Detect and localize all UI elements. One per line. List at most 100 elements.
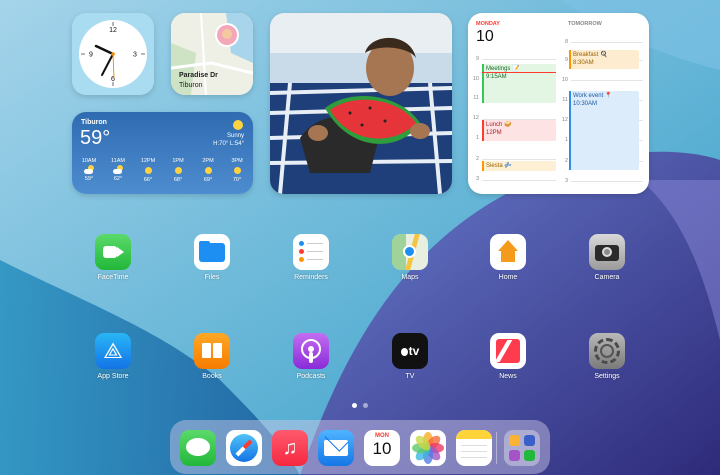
cal-tomorrow-label: TOMORROW [568,21,602,27]
dock-calendar[interactable]: MON 10 [364,430,400,466]
page-dot-active[interactable] [352,403,357,408]
cal-event-title: Lunch 🥪 [486,122,512,128]
weather-hour-time: 11AM [111,158,125,164]
weather-widget[interactable]: Tiburon 59° Sunny H:70° L:54° 10AM 59° 1… [72,112,253,194]
app-label: Home [498,274,518,281]
weather-hour-temp: 69° [203,177,213,183]
weather-hour-time: 1PM [172,158,184,164]
page-dot[interactable] [363,403,368,408]
app-label: FaceTime [97,274,129,281]
weather-hour-time: 2PM [202,158,214,164]
weather-hilo: H:70° L:54° [213,141,244,147]
app-label: News [499,373,517,380]
cal-hour: 9 [475,56,479,62]
clock-widget[interactable]: 12 3 6 9 [72,13,154,95]
cal-event-time: 10:30AM [573,101,598,107]
app-settings[interactable]: Settings [577,333,637,380]
music-icon: ♫ [282,437,298,459]
apple-icon [400,348,408,356]
app-label: Settings [594,373,620,380]
partly-cloudy-icon [113,165,123,174]
app-books[interactable]: Books [182,333,242,380]
weather-hour: 10AM 59° [79,158,99,182]
photos-widget[interactable] [270,13,452,194]
app-reminders[interactable]: Reminders [281,234,341,281]
facetime-icon [95,234,131,270]
dock-notes[interactable] [456,430,492,466]
cal-today-date: 10 [476,28,494,45]
find-my-widget[interactable]: Paradise Dr Tiburon [171,13,253,95]
settings-icon [589,333,625,369]
cal-hour: 3 [564,178,568,184]
app-label: Camera [594,274,620,281]
cal-event-title: Work event 📍 [573,93,613,99]
cal-event-time: 9:15AM [486,74,507,80]
dock-mail[interactable] [318,430,354,466]
podcasts-icon [293,333,329,369]
cal-gridline [571,42,643,43]
weather-hour: 2PM 69° [198,158,218,183]
photo-image [270,13,452,194]
weather-hour-time: 10AM [81,158,97,164]
dock-music[interactable]: ♫ [272,430,308,466]
cal-event-meetings[interactable]: Meetings 📝 9:15AM [482,64,556,103]
camera-icon [589,234,625,270]
cal-event-title: Breakfast 🍳 [573,52,608,58]
dock-divider [496,432,497,464]
app-home[interactable]: Home [478,234,538,281]
cal-event-lunch[interactable]: Lunch 🥪 12PM [482,120,556,141]
cal-event-work[interactable]: Work event 📍 10:30AM [569,91,639,170]
cal-event-title: Siesta 💤 [486,163,512,169]
app-store-icon: ⟁ [95,333,131,369]
sun-icon [174,167,182,174]
app-camera[interactable]: Camera [577,234,637,281]
app-tv[interactable]: tv TV [380,333,440,380]
app-label: Podcasts [296,373,326,380]
cal-gridline [482,180,556,181]
cal-gridline [571,181,643,182]
cal-event-siesta[interactable]: Siesta 💤 [482,161,556,171]
cal-gridline [571,80,643,81]
weather-hour: 11AM 62° [108,158,128,182]
tv-icon-text: tv [408,344,420,358]
app-facetime[interactable]: FaceTime [83,234,143,281]
cal-hour: 10 [472,76,479,82]
dock: ♫ MON 10 [170,420,550,474]
weather-hour-time: 12PM [140,158,156,164]
cal-event-time: 8:30AM [573,60,594,66]
cal-hour: 8 [564,39,568,45]
calendar-widget[interactable]: MONDAY 10 TOMORROW 9 10 11 12 1 2 3 8 9 … [468,13,649,194]
home-screen: 12 3 6 9 Paradise Dr Tiburon MONDAY 10 T… [0,0,720,475]
weather-hour-temp: 66° [143,177,153,183]
clock-6: 6 [111,76,115,83]
cal-hour: 2 [564,158,568,164]
app-label: TV [405,373,415,380]
dock-safari[interactable] [226,430,262,466]
cal-gridline [482,59,556,60]
app-maps[interactable]: Maps [380,234,440,281]
dock-photos[interactable] [410,430,446,466]
app-podcasts[interactable]: Podcasts [281,333,341,380]
weather-hour-temp: 70° [232,177,242,183]
dock-app-library[interactable] [504,430,540,466]
cal-hour: 12 [472,115,479,121]
cal-hour: 11 [473,95,479,101]
app-app-store[interactable]: ⟁ App Store [83,333,143,380]
cal-event-breakfast[interactable]: Breakfast 🍳 8:30AM [569,50,639,69]
current-time-line [482,72,556,73]
weather-hour-temp: 68° [173,177,183,183]
sun-icon [233,167,241,174]
sun-icon [233,120,243,130]
map-city: Tiburon [179,82,203,89]
sun-icon [144,167,152,174]
dock-messages[interactable] [180,430,216,466]
cal-hour: 1 [475,135,479,141]
messages-icon [186,438,210,456]
cal-today-label: MONDAY [476,21,500,27]
cal-hour: 2 [475,156,479,162]
app-files[interactable]: Files [182,234,242,281]
app-news[interactable]: News [478,333,538,380]
weather-temp: 59° [80,127,111,149]
books-icon [194,333,230,369]
cal-hour: 10 [561,77,568,83]
